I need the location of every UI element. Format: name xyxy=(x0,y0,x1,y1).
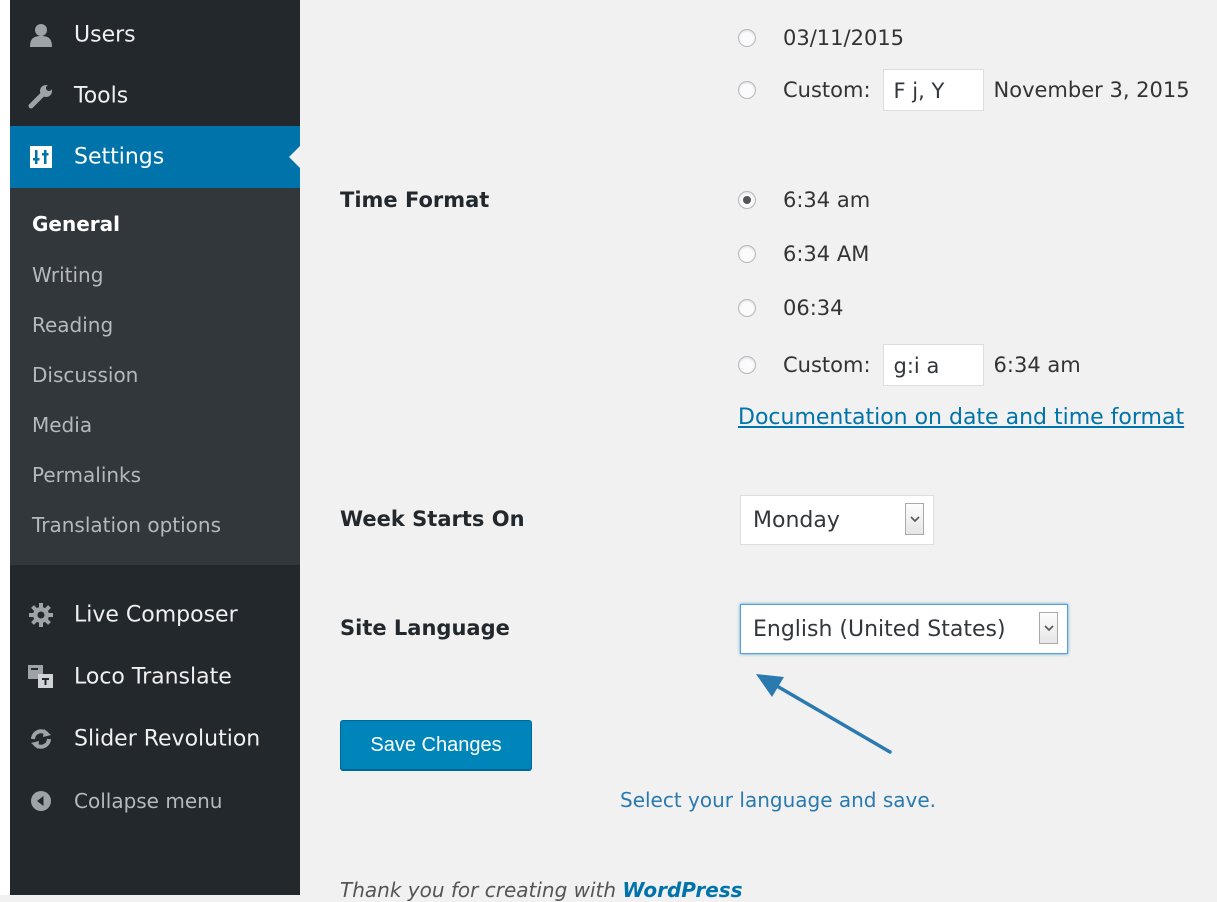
time-format-label: Time Format xyxy=(340,188,490,212)
radio-time-custom[interactable] xyxy=(738,356,756,374)
save-changes-button[interactable]: Save Changes xyxy=(340,720,532,770)
sidebar-item-loco-translate[interactable]: Loco Translate xyxy=(10,646,300,708)
sidebar-item-label: Live Composer xyxy=(74,602,238,628)
date-option-mdy[interactable]: 03/11/2015 xyxy=(738,26,904,50)
translate-icon xyxy=(28,664,54,690)
collapse-menu-button[interactable]: Collapse menu xyxy=(10,770,300,832)
wordpress-link[interactable]: WordPress xyxy=(622,878,742,902)
chevron-down-icon[interactable] xyxy=(905,503,924,535)
radio-date-custom[interactable] xyxy=(738,81,756,99)
active-indicator xyxy=(289,145,301,169)
time-option-label: 06:34 xyxy=(783,296,844,320)
time-custom-preview: 6:34 am xyxy=(993,353,1081,377)
footer-thank-you: Thank you for creating with xyxy=(340,878,623,902)
collapse-icon xyxy=(28,788,54,814)
time-option-label: 6:34 AM xyxy=(783,242,870,266)
annotation-text: Select your language and save. xyxy=(620,788,937,812)
settings-icon xyxy=(28,144,54,170)
date-custom-input[interactable]: F j, Y xyxy=(882,69,984,111)
time-option-custom[interactable]: Custom: g:i a 6:34 am xyxy=(738,344,1081,386)
settings-submenu: General Writing Reading Discussion Media… xyxy=(10,188,300,565)
week-starts-label: Week Starts On xyxy=(340,507,525,531)
submenu-item-permalinks[interactable]: Permalinks xyxy=(32,463,141,487)
date-option-custom[interactable]: Custom: F j, Y November 3, 2015 xyxy=(738,69,1190,111)
date-option-label: 03/11/2015 xyxy=(783,26,905,50)
submenu-item-writing[interactable]: Writing xyxy=(32,263,103,287)
submenu-item-discussion[interactable]: Discussion xyxy=(32,363,138,387)
admin-sidebar: Users Tools Settings General Writing Rea… xyxy=(10,0,301,895)
submenu-item-translation-options[interactable]: Translation options xyxy=(32,513,221,537)
sidebar-item-users[interactable]: Users xyxy=(10,4,300,66)
sidebar-item-slider-revolution[interactable]: Slider Revolution xyxy=(10,708,300,770)
annotation-arrow-icon xyxy=(756,674,892,754)
date-custom-preview: November 3, 2015 xyxy=(993,78,1190,102)
radio-time-1[interactable] xyxy=(738,191,756,209)
submenu-item-general[interactable]: General xyxy=(32,212,120,236)
sidebar-item-label: Users xyxy=(74,22,136,48)
chevron-down-icon[interactable] xyxy=(1039,612,1058,644)
gear-icon xyxy=(28,602,54,628)
left-edge xyxy=(0,0,10,895)
sidebar-item-label: Settings xyxy=(74,144,165,170)
time-custom-label: Custom: xyxy=(783,353,871,377)
radio-time-2[interactable] xyxy=(738,245,756,263)
sidebar-item-label: Slider Revolution xyxy=(74,726,261,752)
collapse-menu-label: Collapse menu xyxy=(74,789,223,813)
refresh-icon xyxy=(28,726,54,752)
time-option-label: 6:34 am xyxy=(783,188,871,212)
radio-date-mdy[interactable] xyxy=(738,29,756,47)
sidebar-item-live-composer[interactable]: Live Composer xyxy=(10,584,300,646)
footer-text: Thank you for creating with WordPress xyxy=(340,878,743,902)
site-language-label: Site Language xyxy=(340,616,510,640)
submenu-item-reading[interactable]: Reading xyxy=(32,313,113,337)
date-custom-label: Custom: xyxy=(783,78,871,102)
sidebar-item-tools[interactable]: Tools xyxy=(10,65,300,127)
time-option-3[interactable]: 06:34 xyxy=(738,296,844,320)
users-icon xyxy=(28,22,54,48)
sidebar-item-label: Loco Translate xyxy=(74,664,232,690)
submenu-item-media[interactable]: Media xyxy=(32,413,92,437)
radio-time-3[interactable] xyxy=(738,299,756,317)
date-time-documentation-link[interactable]: Documentation on date and time format xyxy=(738,405,1184,430)
week-starts-value: Monday xyxy=(753,507,840,533)
sidebar-item-settings[interactable]: Settings xyxy=(10,126,301,188)
week-starts-select[interactable]: Monday xyxy=(740,495,934,545)
site-language-select[interactable]: English (United States) xyxy=(740,604,1068,654)
time-option-1[interactable]: 6:34 am xyxy=(738,188,870,212)
wrench-icon xyxy=(28,83,54,109)
time-custom-input[interactable]: g:i a xyxy=(882,344,984,386)
sidebar-item-label: Tools xyxy=(74,83,129,109)
site-language-value: English (United States) xyxy=(753,616,1006,642)
time-option-2[interactable]: 6:34 AM xyxy=(738,242,869,266)
